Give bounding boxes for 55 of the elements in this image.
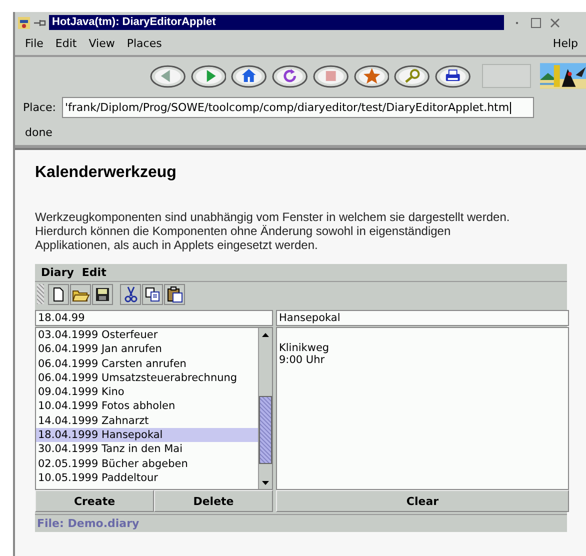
date-field[interactable]: 18.04.99 (35, 310, 273, 326)
list-item[interactable]: 02.05.1999 Bücher abgeben (36, 456, 258, 471)
menu-item[interactable]: Diary (37, 266, 78, 279)
window-title: HotJava(tm): DiaryEditorApplet (49, 15, 504, 30)
copy-button[interactable] (142, 284, 163, 304)
new-file-button[interactable] (48, 284, 69, 304)
search-button[interactable] (394, 64, 430, 88)
paste-icon (165, 284, 184, 304)
file-status: File: Demo.diary (35, 514, 567, 532)
stop-button[interactable] (312, 64, 349, 88)
list-item[interactable]: 10.04.1999 Fotos abholen (36, 399, 258, 414)
help-menu[interactable]: Help (546, 36, 584, 50)
menu-item[interactable]: Places (120, 36, 168, 50)
list-item[interactable]: 18.04.1999 Hansepokal (36, 428, 258, 442)
app-icon (17, 16, 31, 30)
list-item[interactable]: 09.04.1999 Kino (36, 385, 258, 400)
scissors-button[interactable] (120, 284, 141, 304)
scroll-thumb[interactable] (259, 396, 272, 464)
action-button[interactable]: Delete (154, 490, 273, 512)
open-folder-button[interactable] (70, 284, 91, 304)
toolbar-grip (37, 284, 44, 304)
scrollbar[interactable] (258, 328, 272, 489)
close-icon[interactable] (549, 16, 561, 28)
back-button[interactable] (150, 64, 186, 88)
reload-button[interactable] (272, 64, 308, 88)
menu-item[interactable]: View (82, 36, 121, 50)
menu-item[interactable]: File (19, 36, 50, 50)
clear-button[interactable]: Clear (276, 490, 569, 512)
paste-button[interactable] (164, 284, 185, 304)
list-item[interactable]: 06.04.1999 Carsten anrufen (36, 356, 258, 371)
notes-area[interactable]: Klinikweg 9:00 Uhr (276, 327, 569, 490)
star-button[interactable] (354, 64, 390, 88)
list-item[interactable]: 14.04.1999 Zahnarzt (36, 414, 258, 428)
list-item[interactable]: 06.04.1999 Umsatzsteuerabrechnung (36, 370, 258, 386)
list-item[interactable]: 03.04.1999 Osterfeuer (36, 328, 258, 342)
printer-button[interactable] (435, 64, 471, 88)
list-item[interactable]: 06.04.1999 Jan anrufen (36, 342, 258, 357)
forward-button[interactable] (190, 64, 226, 88)
list-item[interactable]: 10.05.1999 Paddeltour (36, 470, 258, 486)
action-button[interactable]: Create (35, 490, 154, 512)
list-item[interactable]: 30.04.1999 Tanz in den Mai (36, 442, 258, 457)
menu-item[interactable]: Edit (78, 266, 110, 279)
place-label: Place: (23, 101, 56, 114)
copy-icon (143, 284, 162, 304)
title-field[interactable]: Hansepokal (276, 310, 569, 326)
maximize-icon[interactable] (530, 16, 542, 28)
page-heading: Kalenderwerkzeug (35, 164, 178, 182)
menu-item[interactable]: Edit (49, 36, 83, 50)
address-field[interactable]: 'frank/Diplom/Prog/SOWE/toolcomp/comp/diaryeditor/test/DiaryEditorApplet.htm (62, 97, 534, 118)
blank-panel (482, 64, 532, 88)
status-text: done (24, 125, 54, 139)
home-button[interactable] (231, 64, 268, 88)
paragraph: Werkzeugkomponenten sind unabhängig vom Fenster in welchem sie dargestellt werden. Hierdurch können die Komponenten ohne Änderung sowohl in eigenständigen Applikationen, als auch in Applets eingesetzt werden. (35, 210, 511, 252)
pin-icon (33, 18, 47, 28)
save-button[interactable] (92, 284, 113, 304)
